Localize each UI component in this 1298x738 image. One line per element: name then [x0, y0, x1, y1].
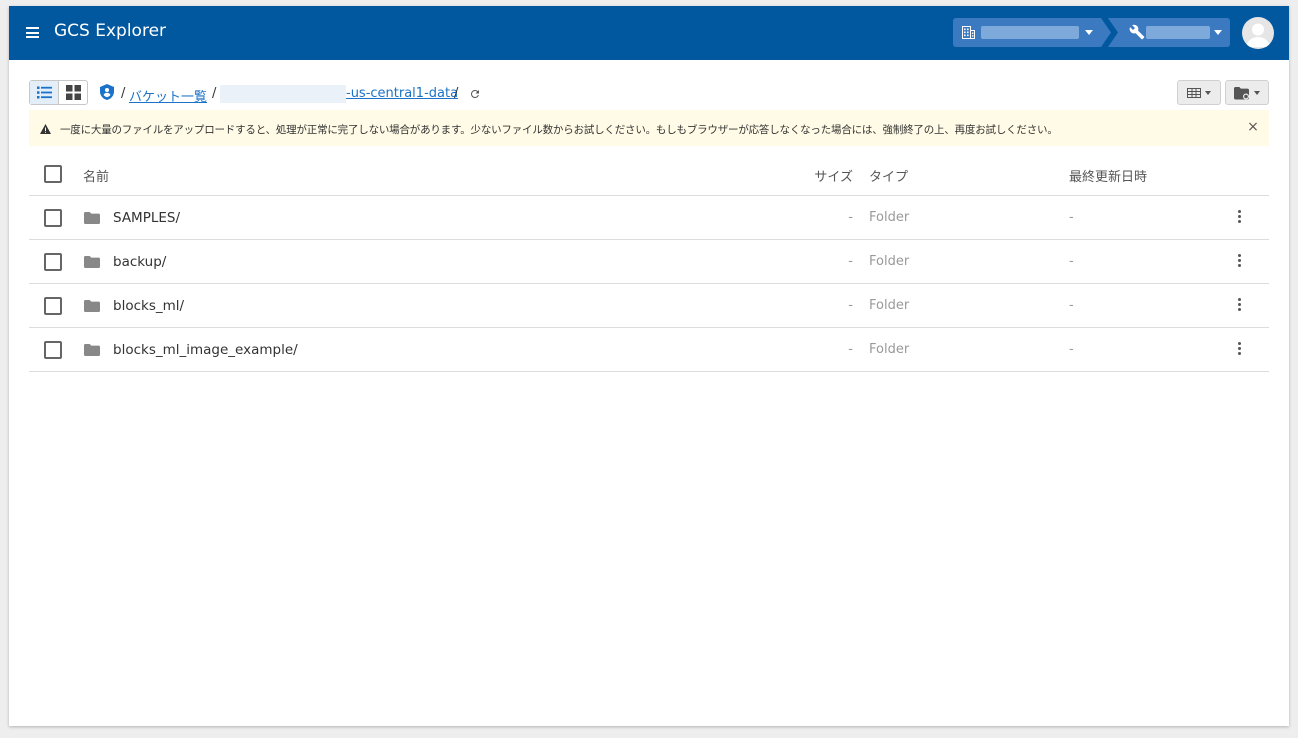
- more-vert-icon[interactable]: [1230, 296, 1248, 316]
- column-header-type[interactable]: タイプ: [869, 166, 908, 185]
- table-row[interactable]: SAMPLES/ - Folder -: [29, 196, 1269, 240]
- file-type: Folder: [869, 210, 910, 225]
- wrench-icon: [1129, 24, 1145, 40]
- person-icon: [1246, 23, 1270, 47]
- organization-name-redacted: [981, 26, 1079, 39]
- columns-menu-button[interactable]: [1177, 80, 1221, 105]
- row-checkbox[interactable]: [44, 209, 62, 227]
- app-window: GCS Explorer / バケット一覧 / -us-central1-dat…: [9, 6, 1289, 726]
- folder-icon: [84, 344, 100, 356]
- file-modified: -: [1069, 342, 1074, 357]
- app-title: GCS Explorer: [54, 21, 167, 41]
- folder-icon: [84, 212, 100, 224]
- file-name[interactable]: blocks_ml_image_example/: [113, 342, 298, 358]
- row-checkbox[interactable]: [44, 341, 62, 359]
- file-size: -: [848, 298, 853, 313]
- select-all-checkbox[interactable]: [44, 165, 62, 183]
- chevron-down-icon: [1254, 91, 1260, 95]
- chevron-down-icon: [1085, 30, 1093, 35]
- more-vert-icon[interactable]: [1230, 208, 1248, 228]
- breadcrumb-bucket: -us-central1-data: [346, 86, 458, 101]
- chevron-down-icon: [1214, 30, 1222, 35]
- more-vert-icon[interactable]: [1230, 340, 1248, 360]
- more-vert-icon[interactable]: [1230, 252, 1248, 272]
- table-row[interactable]: blocks_ml_image_example/ - Folder -: [29, 328, 1269, 372]
- list-view-button[interactable]: [30, 81, 59, 104]
- close-icon[interactable]: ×: [1245, 119, 1261, 135]
- folder-icon: [84, 300, 100, 312]
- warning-text: 一度に大量のファイルをアップロードすると、処理が正常に完了しない場合があります。…: [60, 124, 1058, 136]
- column-header-size[interactable]: サイズ: [814, 166, 853, 185]
- file-name[interactable]: backup/: [113, 254, 166, 270]
- table-row[interactable]: blocks_ml/ - Folder -: [29, 284, 1269, 328]
- file-name[interactable]: SAMPLES/: [113, 210, 180, 226]
- breadcrumb-separator: /: [454, 86, 459, 101]
- project-select[interactable]: [1108, 18, 1230, 47]
- column-header-name[interactable]: 名前: [83, 166, 109, 185]
- file-type: Folder: [869, 342, 910, 357]
- file-table: 名前 サイズ タイプ 最終更新日時 SAMPLES/ - Folder - ba…: [29, 151, 1269, 372]
- upload-warning-banner: 一度に大量のファイルをアップロードすると、処理が正常に完了しない場合があります。…: [29, 110, 1269, 146]
- folder-settings-icon: [1234, 87, 1249, 100]
- breadcrumb-bucket-link[interactable]: -us-central1-data: [346, 86, 458, 101]
- file-modified: -: [1069, 210, 1074, 225]
- file-size: -: [848, 254, 853, 269]
- view-toggle: [29, 80, 88, 105]
- file-size: -: [848, 210, 853, 225]
- user-avatar[interactable]: [1242, 17, 1274, 49]
- bucket-name-redacted: [220, 85, 346, 103]
- file-modified: -: [1069, 254, 1074, 269]
- column-header-modified[interactable]: 最終更新日時: [1069, 166, 1147, 185]
- chevron-down-icon: [1205, 91, 1211, 95]
- breadcrumb-bucket-list-link[interactable]: バケット一覧: [129, 90, 207, 105]
- file-modified: -: [1069, 298, 1074, 313]
- grid-icon: [66, 85, 81, 100]
- grid-view-button[interactable]: [59, 81, 88, 104]
- breadcrumb: バケット一覧: [129, 86, 207, 105]
- hamburger-menu-icon[interactable]: [26, 27, 39, 38]
- table-columns-icon: [1187, 88, 1201, 98]
- app-header: GCS Explorer: [9, 6, 1289, 60]
- breadcrumb-separator: /: [212, 86, 217, 101]
- file-size: -: [848, 342, 853, 357]
- folder-actions-menu-button[interactable]: [1225, 80, 1269, 105]
- table-row[interactable]: backup/ - Folder -: [29, 240, 1269, 284]
- breadcrumb-separator: /: [121, 86, 126, 101]
- warning-icon: [40, 124, 51, 134]
- folder-icon: [84, 256, 100, 268]
- row-checkbox[interactable]: [44, 253, 62, 271]
- list-icon: [37, 86, 52, 99]
- organization-select[interactable]: [953, 18, 1111, 47]
- row-checkbox[interactable]: [44, 297, 62, 315]
- refresh-icon[interactable]: [469, 88, 481, 100]
- building-icon: [962, 26, 975, 39]
- file-type: Folder: [869, 298, 910, 313]
- project-name-redacted: [1146, 26, 1210, 39]
- file-name[interactable]: blocks_ml/: [113, 298, 184, 314]
- table-header: 名前 サイズ タイプ 最終更新日時: [29, 151, 1269, 196]
- shield-account-icon[interactable]: [100, 84, 114, 100]
- file-type: Folder: [869, 254, 910, 269]
